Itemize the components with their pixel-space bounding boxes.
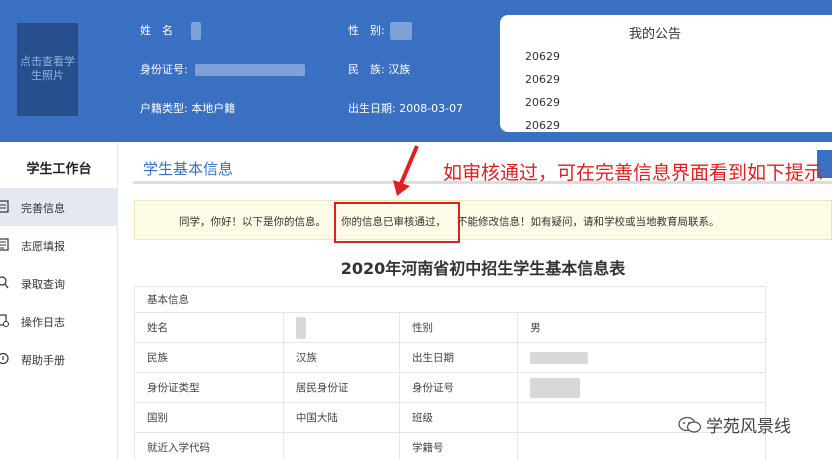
table-row: 身份证类型 居民身份证 身份证号: [134, 372, 766, 403]
notice-item[interactable]: 20629: [525, 96, 560, 109]
gender-label: 性 别:: [348, 24, 385, 37]
highlight-box: [334, 202, 460, 243]
cell-value-empty: [282, 432, 401, 460]
cell-value-redacted: [517, 372, 766, 403]
cell-label: 国别: [134, 402, 284, 433]
cell-value: 中国大陆: [282, 402, 401, 433]
cell-label: 就近入学代码: [134, 432, 284, 460]
cell-label: 班级: [399, 402, 519, 433]
ethnic-field: 民 族: 汉族: [348, 61, 410, 77]
id-field: 身份证号:: [140, 61, 306, 77]
edit-icon: [0, 200, 9, 213]
profile-header: 点击查看学生照片 姓 名 性 别: 身份证号: 民 族: 汉族 户籍类型: 本地…: [0, 0, 832, 142]
annotation-text: 如审核通过，可在完善信息界面看到如下提示: [443, 162, 824, 184]
student-info-table: 基本信息 姓名 性别 男 民族 汉族 出生日期 身份证类型 居民身份证 身份证号…: [134, 286, 766, 460]
student-photo-button[interactable]: 点击查看学生照片: [17, 23, 78, 116]
sidebar-item-label: 帮助手册: [21, 354, 65, 367]
search-icon: [0, 276, 9, 289]
page-title: 学生基本信息: [143, 160, 234, 178]
log-icon: [0, 314, 9, 327]
table-row: 就近入学代码 学籍号: [134, 432, 766, 460]
birth-value: 2008-03-07: [399, 102, 464, 115]
cell-label: 姓名: [134, 312, 284, 343]
sidebar-item-volunteer[interactable]: 志愿填报: [0, 226, 118, 264]
birth-field: 出生日期: 2008-03-07: [348, 100, 463, 116]
hukou-field: 户籍类型: 本地户籍: [140, 100, 235, 116]
sidebar-item-help[interactable]: 帮助手册: [0, 340, 118, 378]
notice-item[interactable]: 20629: [525, 50, 560, 63]
table-row: 姓名 性别 男: [134, 312, 766, 343]
table-row: 民族 汉族 出生日期: [134, 342, 766, 373]
sidebar: 学生工作台 完善信息 志愿填报 录取查询 操作日志 帮助手册: [0, 142, 118, 460]
form-icon: [0, 238, 9, 251]
cell-label: 出生日期: [399, 342, 519, 373]
sidebar-item-admission-query[interactable]: 录取查询: [0, 264, 118, 302]
id-label: 身份证号:: [140, 63, 188, 76]
name-field: 姓 名: [140, 22, 201, 40]
gender-field: 性 别:: [348, 22, 413, 40]
sidebar-item-label: 完善信息: [21, 202, 65, 215]
info-message-bar: 同学，你好！以下是你的信息。 你的信息已审核通过， 不能修改信息！如有疑问，请和…: [134, 200, 832, 240]
watermark-text: 学苑风景线: [706, 417, 791, 437]
cell-label: 身份证号: [399, 372, 519, 403]
notice-panel: 我的公告 20629 20629 20629 20629: [500, 15, 832, 132]
sidebar-title: 学生工作台: [26, 162, 92, 177]
gender-value-redacted: [390, 22, 413, 40]
sidebar-item-label: 志愿填报: [21, 240, 65, 253]
sidebar-item-complete-info[interactable]: 完善信息: [0, 188, 118, 226]
ethnic-label: 民 族:: [348, 63, 385, 76]
cell-label: 性别: [399, 312, 519, 343]
name-value-redacted: [190, 22, 201, 40]
info-greeting: 同学，你好！以下是你的信息。: [179, 216, 326, 228]
cell-value-redacted: [517, 342, 766, 373]
table-row: 国别 中国大陆 班级: [134, 402, 766, 433]
help-icon: [0, 352, 9, 365]
cell-value: 汉族: [282, 342, 401, 373]
sidebar-item-operation-log[interactable]: 操作日志: [0, 302, 118, 340]
wechat-icon: [678, 416, 702, 433]
id-value-redacted: [195, 64, 306, 76]
name-label: 姓 名: [140, 24, 173, 37]
sidebar-item-label: 录取查询: [21, 278, 65, 291]
hukou-label: 户籍类型:: [140, 102, 188, 115]
section-label: 基本信息: [134, 286, 766, 313]
table-row: 基本信息: [134, 286, 766, 313]
red-arrow-icon: [393, 145, 419, 196]
cell-value-redacted: [282, 312, 401, 343]
birth-label: 出生日期:: [348, 102, 396, 115]
info-contact-text: 不能修改信息！如有疑问，请和学校或当地教育局联系。: [457, 216, 720, 228]
notice-item[interactable]: 20629: [525, 73, 560, 86]
cell-value: 居民身份证: [282, 372, 401, 403]
cell-label: 身份证类型: [134, 372, 284, 403]
form-title: 2020年河南省初中招生学生基本信息表: [340, 259, 626, 278]
cell-value: 男: [517, 312, 766, 343]
cell-label: 学籍号: [399, 432, 519, 460]
notice-title: 我的公告: [628, 27, 681, 42]
hukou-value: 本地户籍: [191, 102, 236, 115]
notice-item[interactable]: 20629: [525, 119, 560, 132]
cell-label: 民族: [134, 342, 284, 373]
ethnic-value: 汉族: [388, 63, 411, 76]
sidebar-item-label: 操作日志: [21, 316, 65, 329]
